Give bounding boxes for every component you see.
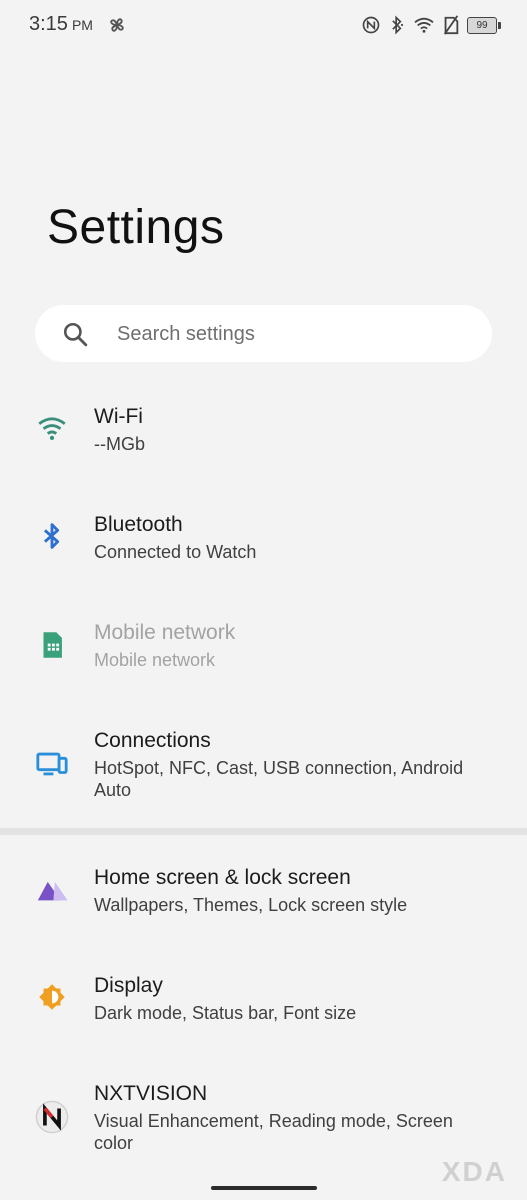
item-title: Wi-Fi xyxy=(94,405,143,428)
item-subtitle: Wallpapers, Themes, Lock screen style xyxy=(94,895,408,915)
settings-item-bluetooth[interactable]: Bluetooth Connected to Watch xyxy=(0,503,527,595)
search-placeholder: Search settings xyxy=(117,323,255,345)
battery-level: 99 xyxy=(476,19,488,31)
home-screen-icon xyxy=(35,872,69,906)
wifi-icon xyxy=(413,16,435,34)
gesture-nav-handle[interactable] xyxy=(211,1186,317,1190)
item-title: Mobile network xyxy=(94,621,236,644)
status-time: 3:15 PM xyxy=(29,13,93,36)
no-sim-icon xyxy=(443,15,459,35)
settings-item-wifi[interactable]: Wi-Fi --MGb xyxy=(0,395,527,487)
settings-item-connections[interactable]: Connections HotSpot, NFC, Cast, USB conn… xyxy=(0,719,527,819)
settings-item-home-screen[interactable]: Home screen & lock screen Wallpapers, Th… xyxy=(0,856,527,948)
section-divider xyxy=(0,828,527,835)
item-subtitle: Connected to Watch xyxy=(94,542,257,562)
bluetooth-icon xyxy=(35,519,69,553)
wifi-icon xyxy=(35,411,69,445)
fan-icon xyxy=(106,14,128,36)
watermark: XDA xyxy=(441,1156,507,1187)
nxtvision-icon xyxy=(35,1100,69,1134)
status-ampm: PM xyxy=(71,17,93,33)
sim-card-icon xyxy=(35,628,69,662)
item-subtitle: Visual Enhancement, Reading mode, Screen… xyxy=(94,1111,453,1153)
item-subtitle: HotSpot, NFC, Cast, USB connection, Andr… xyxy=(94,758,464,800)
battery-icon: 99 xyxy=(467,16,501,34)
page-title: Settings xyxy=(47,201,225,254)
search-icon xyxy=(62,321,88,347)
item-title: Display xyxy=(94,974,163,997)
item-subtitle: --MGb xyxy=(94,434,145,454)
devices-icon xyxy=(35,747,69,781)
item-subtitle: Mobile network xyxy=(94,650,216,670)
status-icons: 99 xyxy=(361,14,501,36)
search-bar[interactable]: Search settings xyxy=(35,305,492,362)
settings-item-display[interactable]: Display Dark mode, Status bar, Font size xyxy=(0,964,527,1056)
item-title: NXTVISION xyxy=(94,1082,208,1105)
status-bar: 3:15 PM 99 xyxy=(0,0,527,50)
settings-item-mobile-network[interactable]: Mobile network Mobile network xyxy=(0,611,527,703)
nfc-icon xyxy=(361,15,381,35)
item-title: Home screen & lock screen xyxy=(94,866,351,889)
item-subtitle: Dark mode, Status bar, Font size xyxy=(94,1003,357,1023)
item-title: Connections xyxy=(94,729,211,752)
display-icon xyxy=(35,980,69,1014)
bluetooth-icon xyxy=(389,15,405,35)
item-title: Bluetooth xyxy=(94,513,183,536)
status-time-value: 3:15 xyxy=(29,13,68,35)
